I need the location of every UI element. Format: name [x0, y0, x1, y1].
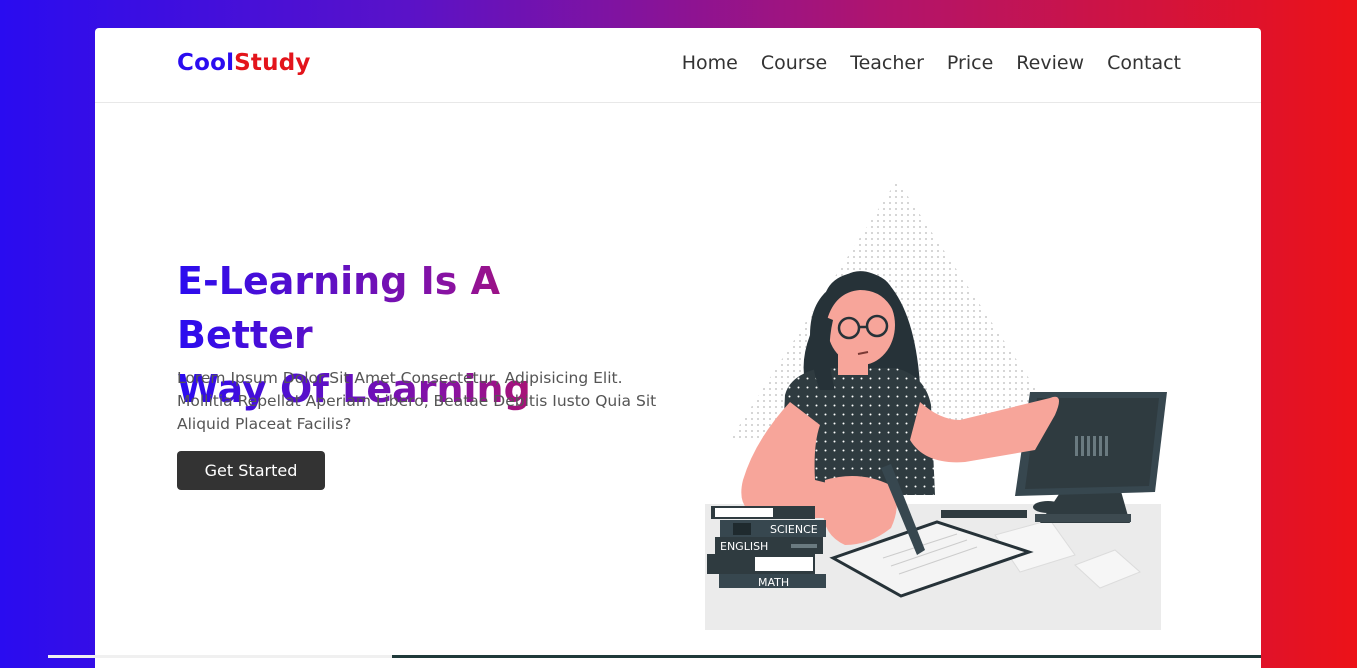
logo-part-study: Study: [234, 50, 311, 76]
get-started-button[interactable]: Get Started: [177, 451, 325, 490]
hero-description: Lorem Ipsum Dolor Sit Amet Consectetur, …: [177, 369, 657, 433]
page-card: CoolStudy Home Course Teacher Price Revi…: [95, 28, 1261, 668]
book-science-label: SCIENCE: [770, 523, 818, 536]
site-header: CoolStudy Home Course Teacher Price Revi…: [95, 28, 1261, 103]
nav-course[interactable]: Course: [761, 52, 827, 74]
book-math-label: MATH: [758, 576, 789, 589]
nav-review[interactable]: Review: [1016, 52, 1084, 74]
hero-illustration: SCIENCE ENGLISH MATH: [695, 140, 1175, 639]
book-english-label: ENGLISH: [720, 540, 768, 553]
nav-contact[interactable]: Contact: [1107, 52, 1181, 74]
nav-price[interactable]: Price: [947, 52, 993, 74]
main-nav: Home Course Teacher Price Review Contact: [682, 52, 1181, 74]
nav-teacher[interactable]: Teacher: [850, 52, 924, 74]
hero-title-line-1: E-Learning Is A Better: [177, 259, 501, 357]
nav-home[interactable]: Home: [682, 52, 738, 74]
logo-part-cool: Cool: [177, 50, 235, 76]
logo[interactable]: CoolStudy: [177, 50, 311, 76]
